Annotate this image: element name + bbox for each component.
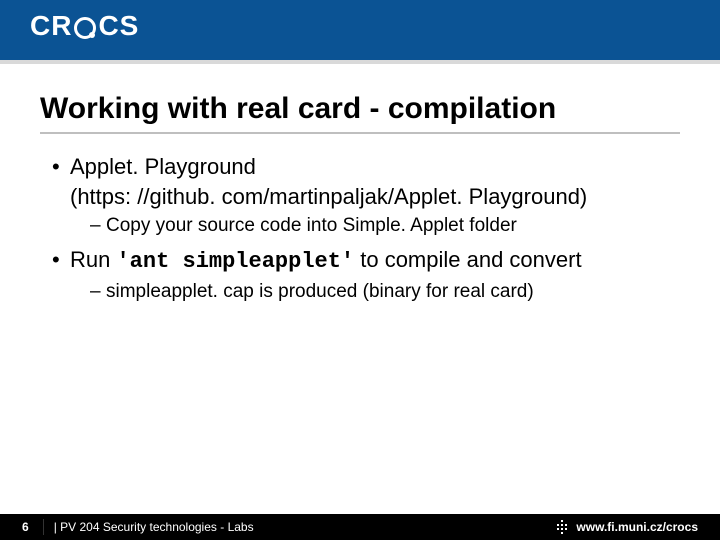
- university-logo-icon: [554, 519, 570, 535]
- crocs-logo: CR CS: [30, 10, 139, 42]
- bullet-2: Run 'ant simpleapplet' to compile and co…: [52, 245, 680, 304]
- logo-o-icon: [74, 17, 96, 39]
- header-bar: CR CS: [0, 0, 720, 60]
- slide-body: Applet. Playground (https: //github. com…: [52, 152, 680, 310]
- page-number: 6: [0, 520, 43, 534]
- bullet-2-prefix: Run: [70, 247, 116, 272]
- bullet-1-sub-1: Copy your source code into Simple. Apple…: [90, 213, 680, 239]
- title-underline: [40, 132, 680, 134]
- bullet-2-sub-1: simpleapplet. cap is produced (binary fo…: [90, 279, 680, 305]
- bullet-1-line-2: (https: //github. com/martinpaljak/Apple…: [70, 184, 587, 209]
- logo-text-left: CR: [30, 10, 72, 42]
- bullet-1: Applet. Playground (https: //github. com…: [52, 152, 680, 239]
- header-divider: [0, 60, 720, 64]
- footer: 6 | PV 204 Security technologies - Labs …: [0, 514, 720, 540]
- bullet-2-suffix: to compile and convert: [354, 247, 581, 272]
- slide: CR CS Working with real card - compilati…: [0, 0, 720, 540]
- logo-text-right: CS: [98, 10, 139, 42]
- slide-title: Working with real card - compilation: [40, 92, 680, 126]
- footer-course: | PV 204 Security technologies - Labs: [54, 520, 254, 534]
- bullet-2-code: 'ant simpleapplet': [116, 249, 354, 274]
- footer-url: www.fi.muni.cz/crocs: [576, 520, 720, 534]
- bullet-1-line-1: Applet. Playground: [70, 154, 256, 179]
- footer-separator: [43, 519, 44, 535]
